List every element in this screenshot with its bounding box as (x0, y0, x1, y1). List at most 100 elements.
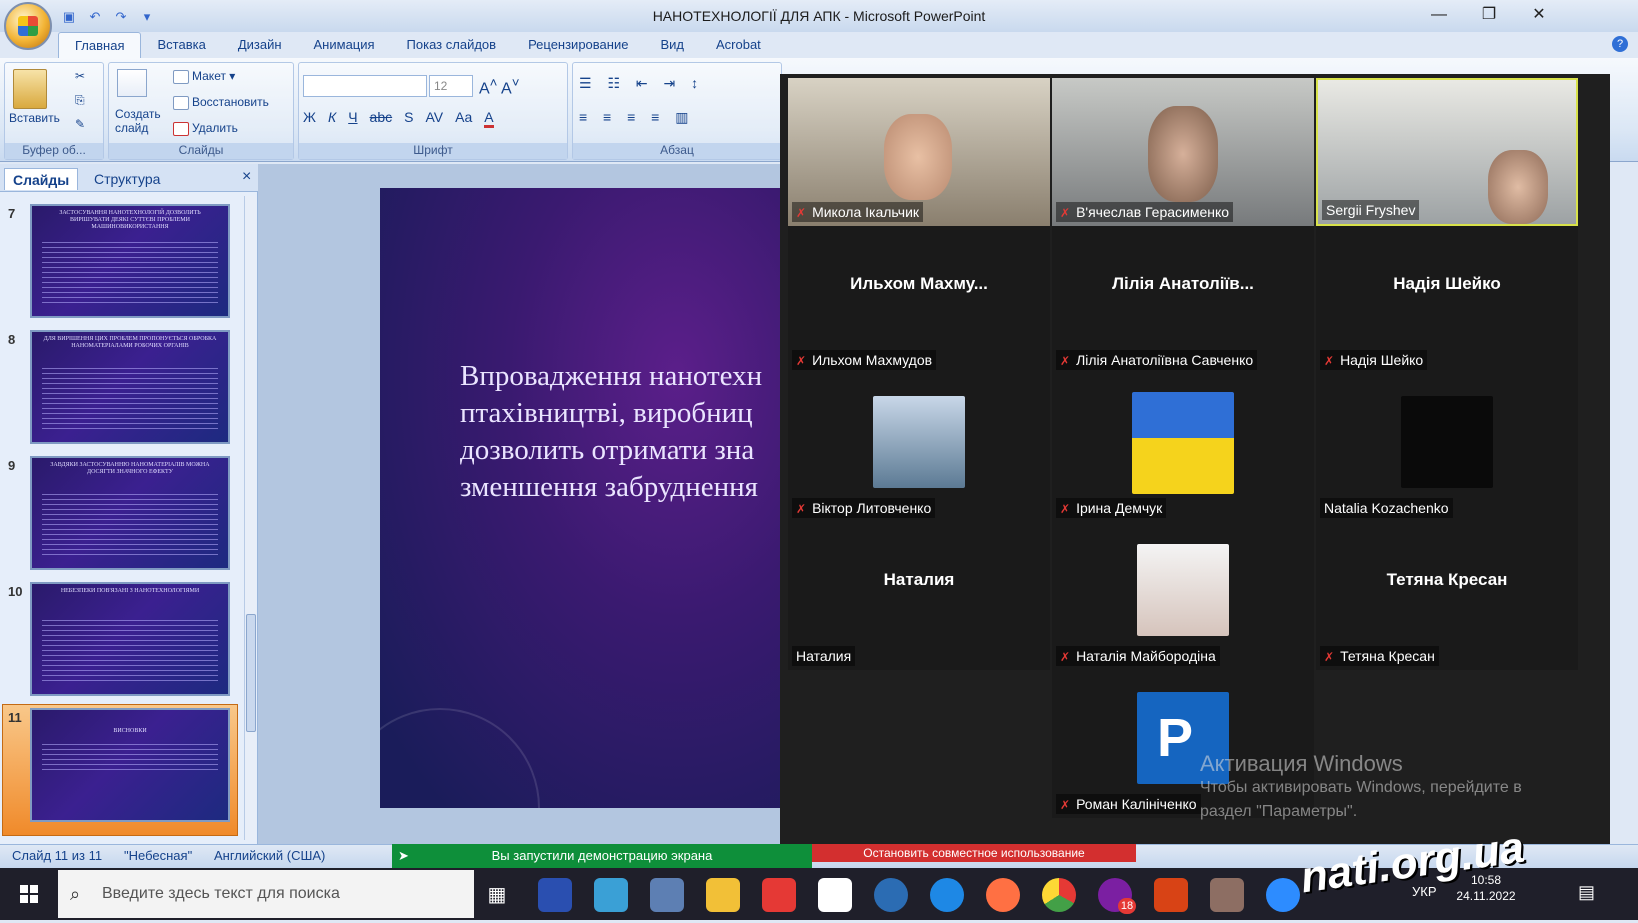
slide-counter: Слайд 11 из 11 (12, 848, 103, 863)
activation-line: раздел "Параметры". (1200, 803, 1358, 820)
slide-thumbnail-9[interactable]: ЗАВДЯКИ ЗАСТОСУВАННЮ НАНОМАТЕРІАЛІВ МОЖН… (30, 456, 230, 570)
participant-name: ✗ Тетяна Кресан (1320, 646, 1439, 666)
participant-tile[interactable]: ✗ Ірина Демчук (1052, 374, 1314, 522)
tab-home[interactable]: Главная (58, 32, 142, 58)
font-group: 12 A˄ A˅ Ж К Ч abc S AV Aa A Шрифт (298, 62, 568, 160)
tab-view[interactable]: Вид (644, 32, 700, 58)
copy-icon[interactable]: ⎘ (75, 93, 85, 108)
participant-tile[interactable]: Надія Шейко ✗ Надія Шейко (1316, 226, 1578, 374)
close-panel-icon[interactable]: × (234, 166, 259, 188)
app-icon-remote[interactable] (650, 878, 684, 912)
tab-design[interactable]: Дизайн (222, 32, 298, 58)
align-buttons-icon[interactable]: ≡ ≡ ≡ ≡ ▥ (579, 109, 694, 126)
customize-qat-icon[interactable]: ▾ (138, 9, 156, 25)
participant-name-text: Наталія Майбородіна (1076, 648, 1216, 664)
redo-icon[interactable]: ↷ (112, 9, 130, 25)
minimize-button[interactable]: — (1416, 0, 1462, 30)
layout-button[interactable]: Макет ▾ (173, 69, 235, 84)
chrome-icon[interactable] (1042, 878, 1076, 912)
close-button[interactable]: ✕ (1516, 0, 1562, 30)
participant-tile[interactable]: Тетяна Кресан ✗ Тетяна Кресан (1316, 522, 1578, 670)
restore-button[interactable]: ❐ (1466, 0, 1512, 30)
windows-activation-watermark: Активация Windows Чтобы активировать Win… (1200, 752, 1522, 824)
participant-tile[interactable]: Лілія Анатоліїв... ✗ Лілія Анатоліївна Са… (1052, 226, 1314, 374)
app-icon-capture[interactable] (594, 878, 628, 912)
paste-icon[interactable] (13, 69, 47, 109)
delete-button[interactable]: Удалить (173, 121, 238, 136)
clock[interactable]: 10:58 24.11.2022 (1446, 872, 1526, 904)
tab-animation[interactable]: Анимация (298, 32, 391, 58)
case-button[interactable]: Aa (455, 109, 472, 128)
reset-button[interactable]: Восстановить (173, 95, 269, 110)
thumbnail-scrollbar[interactable] (244, 196, 256, 840)
participant-tile[interactable]: Ильхом Махму... ✗ Ильхом Махмудов (788, 226, 1050, 374)
participant-tile[interactable]: ✗ Наталія Майбородіна (1052, 522, 1314, 670)
grow-font-icon[interactable]: A˄ A˅ (479, 75, 520, 98)
format-painter-icon[interactable]: ✎ (75, 117, 85, 131)
paint-icon[interactable] (1210, 878, 1244, 912)
file-explorer-icon[interactable] (706, 878, 740, 912)
current-slide[interactable]: Впровадження нанотехн птахівництві, виро… (380, 188, 804, 808)
office-button[interactable] (4, 2, 52, 50)
stop-share-button[interactable]: Остановить совместное использование (812, 844, 1136, 862)
app-icon-red[interactable] (762, 878, 796, 912)
pin-icon[interactable]: ➤ (398, 844, 409, 868)
new-slide-icon[interactable] (117, 69, 147, 97)
slide-thumbnail-7[interactable]: ЗАСТОСУВАННЯ НАНОТЕХНОЛОГІЙ ДОЗВОЛИТЬ ВИ… (30, 204, 230, 318)
shadow-button[interactable]: S (404, 109, 413, 128)
participant-tile[interactable]: ✗ В'ячеслав Герасименко (1052, 78, 1314, 226)
list-buttons-icon[interactable]: ☰ ☷ ⇤ ⇥ ↕ (579, 75, 704, 92)
tab-insert[interactable]: Вставка (141, 32, 221, 58)
participant-tile[interactable]: ✗ Микола Ікальчик (788, 78, 1050, 226)
participant-tile[interactable]: ✗ Віктор Литовченко (788, 374, 1050, 522)
font-color-button[interactable]: A (484, 109, 494, 128)
language-indicator[interactable]: Английский (США) (214, 848, 325, 863)
zoom-icon[interactable] (1266, 878, 1300, 912)
notifications-icon[interactable]: ▤ (1578, 882, 1595, 903)
tab-slideshow[interactable]: Показ слайдов (391, 32, 513, 58)
help-icon[interactable]: ? (1612, 36, 1628, 52)
participant-display-name: Надія Шейко (1393, 274, 1501, 293)
slide-text-line: Впровадження нанотехн (460, 360, 763, 392)
save-icon[interactable]: ▣ (60, 9, 78, 25)
slide-thumbnail-10[interactable]: НЕБЕЗПЕКИ ПОВ'ЯЗАНІ З НАНОТЕХНОЛОГІЯМИ (30, 582, 230, 696)
participant-video (1148, 106, 1218, 202)
tab-review[interactable]: Рецензирование (512, 32, 644, 58)
tab-outline[interactable]: Структура (86, 168, 168, 190)
cut-icon[interactable]: ✂ (75, 69, 85, 83)
new-slide-button[interactable]: Создать слайд (115, 107, 169, 135)
slide-thumbnail-8[interactable]: ДЛЯ ВИРІШЕННЯ ЦИХ ПРОБЛЕМ ПРОПОНУЄТЬСЯ О… (30, 330, 230, 444)
slide-thumbnail-11[interactable]: ВИСНОВКИ (30, 708, 230, 822)
slide-body-text[interactable]: Впровадження нанотехн птахівництві, виро… (460, 358, 804, 506)
spacing-button[interactable]: AV (425, 109, 443, 128)
participant-tile[interactable]: Natalia Kozachenko (1316, 374, 1578, 522)
font-size-select[interactable]: 12 (429, 75, 473, 97)
scrollbar-thumb[interactable] (246, 614, 256, 732)
start-button[interactable] (0, 868, 58, 920)
firefox-icon[interactable] (986, 878, 1020, 912)
app-icon-blue-circle[interactable] (874, 878, 908, 912)
undo-icon[interactable]: ↶ (86, 9, 104, 25)
font-name-select[interactable] (303, 75, 427, 97)
bold-button[interactable]: Ж (303, 109, 316, 128)
thumbnail-text (42, 494, 218, 558)
participant-tile[interactable]: Наталия Наталия (788, 522, 1050, 670)
italic-button[interactable]: К (328, 109, 336, 128)
taskbar-search-box[interactable]: Введите здесь текст для поиска (58, 870, 474, 918)
underline-button[interactable]: Ч (348, 109, 357, 128)
app-icon-monitor[interactable] (538, 878, 572, 912)
participant-tile-active-speaker[interactable]: Sergii Fryshev (1316, 78, 1578, 226)
participant-display-name: Тетяна Кресан (1386, 570, 1508, 589)
strikethrough-button[interactable]: abc (370, 109, 393, 128)
tab-slides[interactable]: Слайды (4, 168, 79, 190)
participant-name: ✗ Микола Ікальчик (792, 202, 924, 222)
language-indicator-tray[interactable]: УКР (1412, 884, 1437, 899)
tab-acrobat[interactable]: Acrobat (700, 32, 777, 58)
activation-line: Чтобы активировать Windows, перейдите в (1200, 779, 1522, 796)
powerpoint-icon[interactable] (1154, 878, 1188, 912)
task-view-icon[interactable]: ▦ (480, 878, 514, 912)
pdf-icon[interactable] (818, 878, 852, 912)
slides-group: Создать слайд Макет ▾ Восстановить Удали… (108, 62, 294, 160)
paste-button[interactable]: Вставить (9, 111, 60, 125)
edge-icon[interactable] (930, 878, 964, 912)
